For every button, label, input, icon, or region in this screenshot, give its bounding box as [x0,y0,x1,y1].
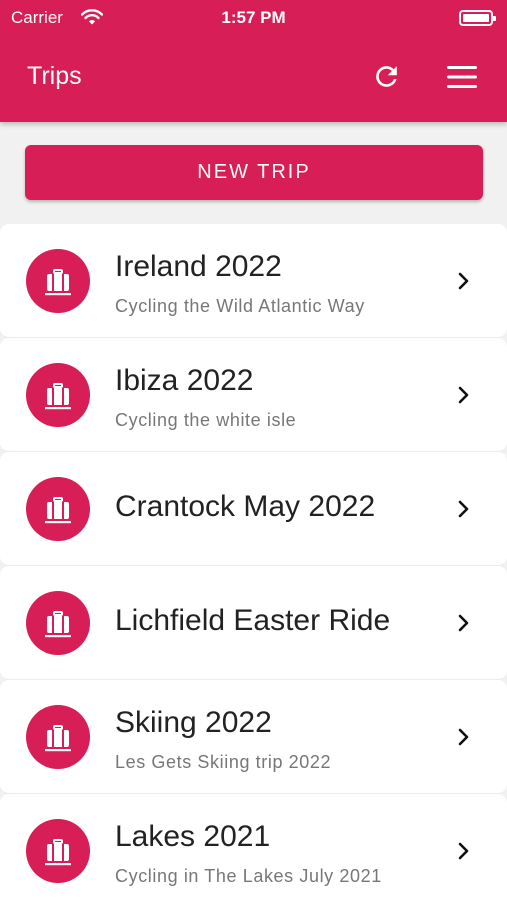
trip-avatar [26,477,90,541]
trip-list-item[interactable]: Lakes 2021 Cycling in The Lakes July 202… [0,794,507,900]
trip-title: Lichfield Easter Ride [115,604,391,637]
trip-title: Crantock May 2022 [115,490,376,523]
refresh-icon[interactable] [371,61,402,92]
trip-avatar [26,363,90,427]
trip-avatar [26,705,90,769]
page-title: Trips [27,62,82,90]
trip-title: Lakes 2021 [115,820,271,853]
trip-avatar [26,249,90,313]
trip-list-item[interactable]: Lichfield Easter Ride [0,566,507,680]
trip-subtitle: Cycling the white isle [115,410,297,430]
suitcase-icon [45,611,71,638]
new-trip-button[interactable]: NEW TRIP [25,145,483,200]
battery-icon [459,10,496,26]
trip-subtitle: Cycling in The Lakes July 2021 [115,866,382,886]
trip-avatar [26,591,90,655]
suitcase-icon [45,269,71,296]
trip-title: Skiing 2022 [115,706,272,739]
trip-list-item[interactable]: Ibiza 2022 Cycling the white isle [0,338,507,452]
trip-title: Ireland 2022 [115,250,282,283]
trip-subtitle: Cycling the Wild Atlantic Way [115,296,365,316]
status-bar: Carrier 1:57 PM [0,0,507,36]
trip-list-item[interactable]: Skiing 2022 Les Gets Skiing trip 2022 [0,680,507,794]
trip-list-item[interactable]: Crantock May 2022 [0,452,507,566]
chevron-right-icon [458,386,469,404]
suitcase-icon [45,839,71,866]
hamburger-menu-icon[interactable] [446,64,478,90]
status-time: 1:57 PM [221,8,286,27]
suitcase-icon [45,497,71,524]
trip-title: Ibiza 2022 [115,364,254,397]
chevron-right-icon [458,842,469,860]
chevron-right-icon [458,500,469,518]
trip-avatar [26,819,90,883]
chevron-right-icon [458,728,469,746]
suitcase-icon [45,725,71,752]
app-header: Carrier 1:57 PM Trips [0,0,507,122]
trip-list-item[interactable]: Ireland 2022 Cycling the Wild Atlantic W… [0,224,507,338]
trip-list: Ireland 2022 Cycling the Wild Atlantic W… [0,224,507,900]
trip-subtitle: Les Gets Skiing trip 2022 [115,752,332,772]
suitcase-icon [45,383,71,410]
chevron-right-icon [458,614,469,632]
chevron-right-icon [458,272,469,290]
